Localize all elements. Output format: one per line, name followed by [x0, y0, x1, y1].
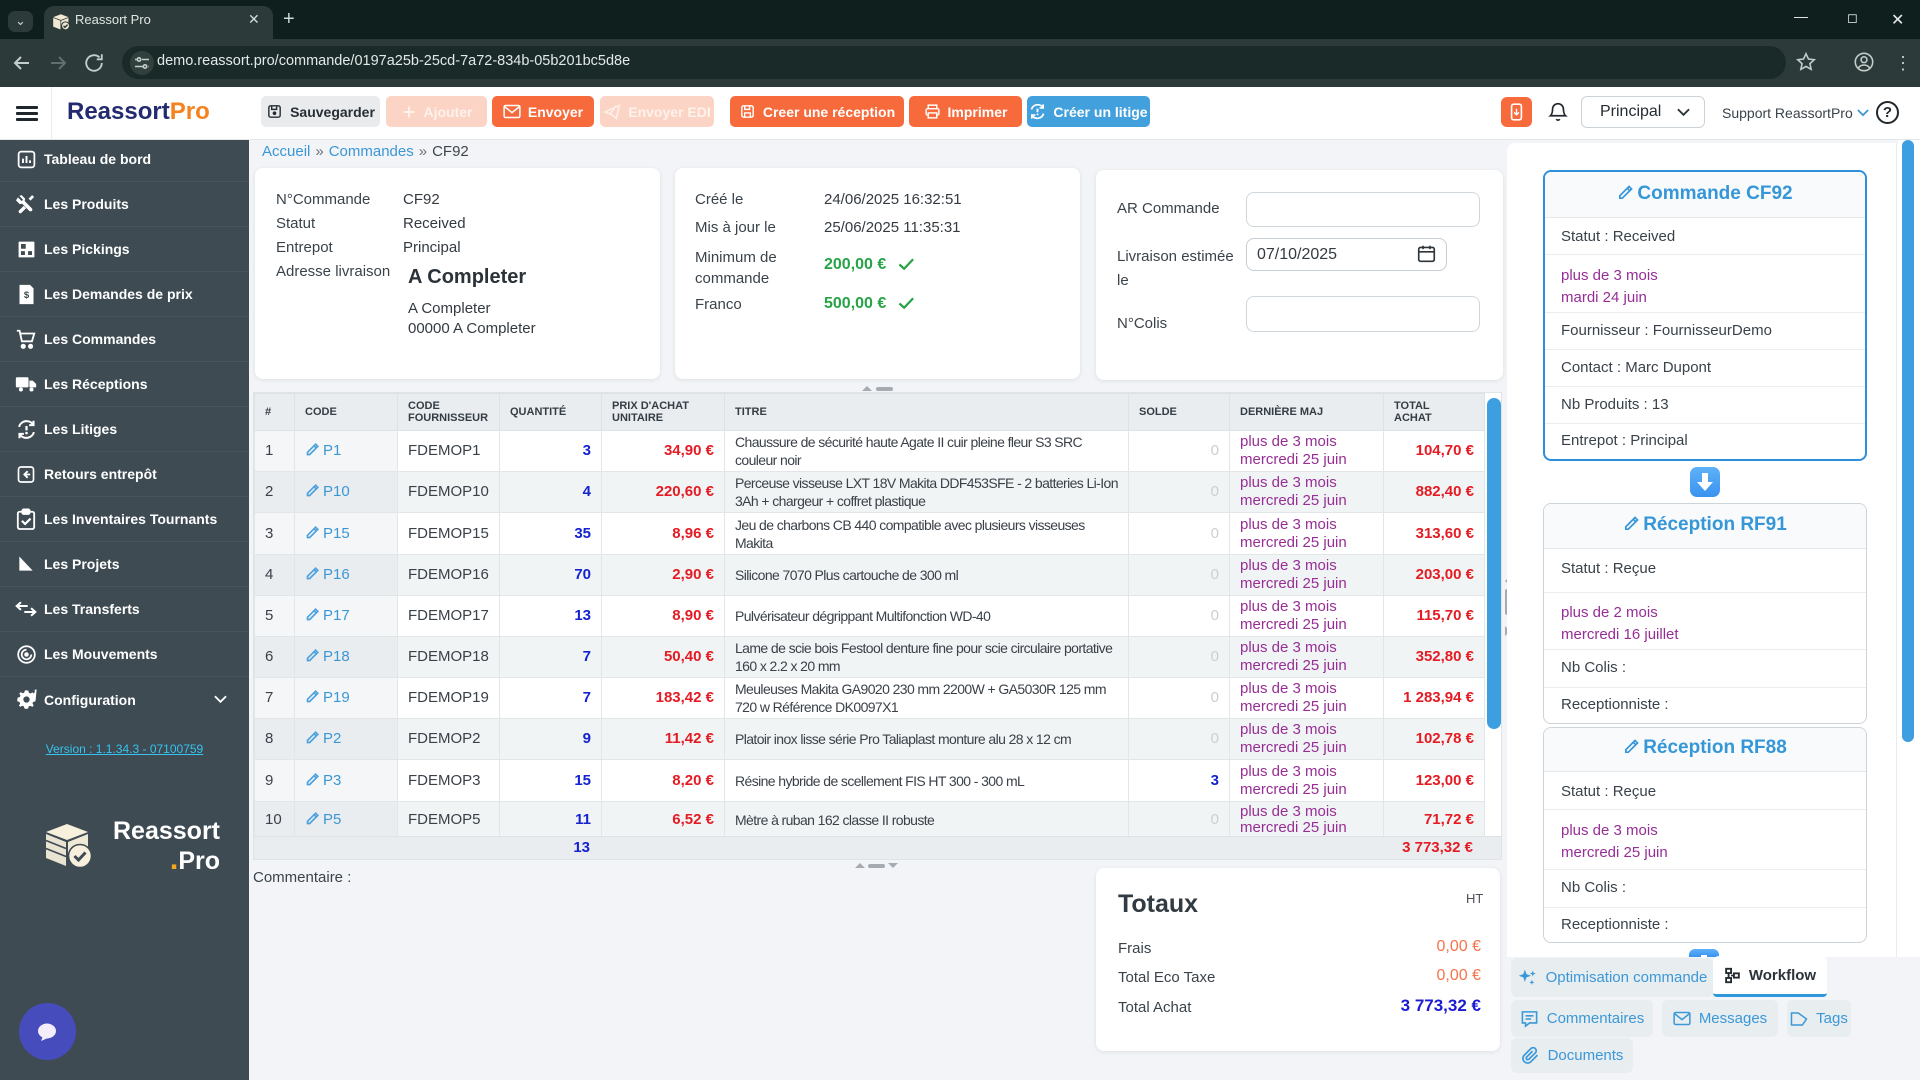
svg-text:$: $ — [23, 290, 29, 301]
